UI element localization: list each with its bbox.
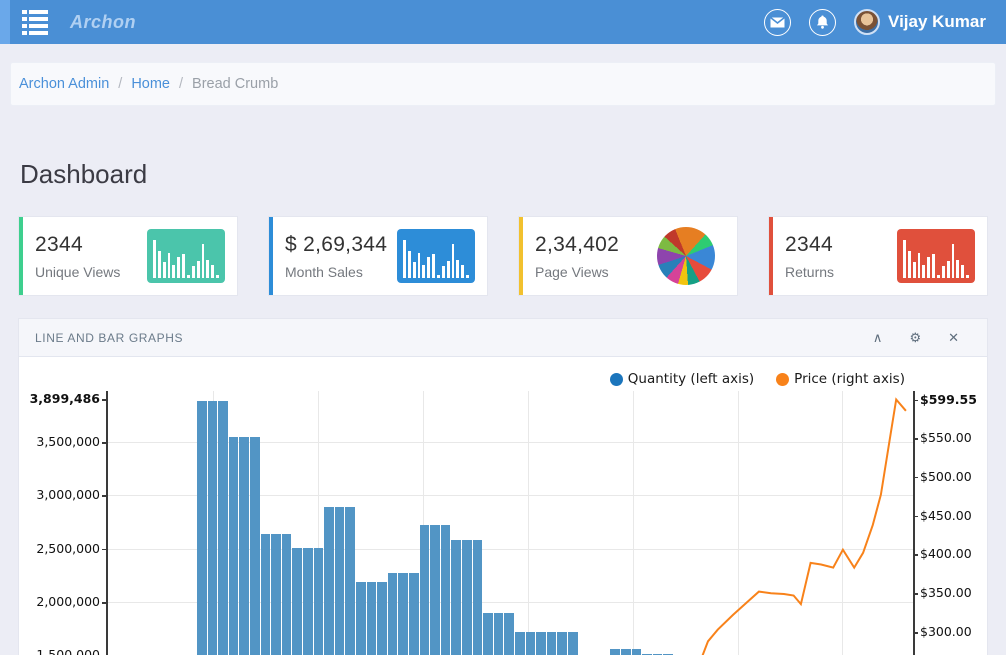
stat-value: 2,34,402 xyxy=(535,233,657,257)
stat-cards-row: 2344 Unique Views $ 2,69,344 Month Sales 2,3… xyxy=(18,216,988,296)
collapse-button[interactable]: ∧ xyxy=(873,331,883,344)
bell-icon xyxy=(816,15,829,29)
panel-header: LINE AND BAR GRAPHS ∧ ⚙ ✕ xyxy=(19,319,987,357)
plot-area: 3,899,4863,500,0003,000,0002,500,0002,00… xyxy=(106,391,914,655)
legend-item: Quantity (left axis) xyxy=(610,371,754,387)
bar-chart-icon xyxy=(897,229,975,283)
right-axis-tick-label: $550.00 xyxy=(920,430,972,445)
left-axis-tickmark xyxy=(102,549,106,551)
card-accent-bar xyxy=(269,217,273,295)
left-axis-tick-label: 2,000,000 xyxy=(36,594,100,609)
right-axis-tick-label: $350.00 xyxy=(920,585,972,600)
settings-button[interactable]: ⚙ xyxy=(909,331,921,344)
menu-button[interactable] xyxy=(22,9,50,35)
right-axis-tick-label: $450.00 xyxy=(920,508,972,523)
stat-value: 2344 xyxy=(35,233,147,257)
right-axis-tick-label: $500.00 xyxy=(920,469,972,484)
sidebar-edge xyxy=(0,0,10,44)
right-axis-tickmark xyxy=(914,477,918,479)
left-axis-tick-label: 3,500,000 xyxy=(36,434,100,449)
stat-card: 2344 Returns xyxy=(768,216,988,296)
stat-label: Month Sales xyxy=(285,264,397,280)
page-title: Dashboard xyxy=(20,159,147,190)
breadcrumb-link[interactable]: Home xyxy=(131,76,170,92)
right-axis-tickmark xyxy=(914,593,918,595)
legend-label: Quantity (left axis) xyxy=(628,371,754,387)
bar-chart-icon xyxy=(147,229,225,283)
panel-title: LINE AND BAR GRAPHS xyxy=(35,331,183,345)
left-axis-tickmark xyxy=(102,399,106,401)
left-axis-tick-label: 2,500,000 xyxy=(36,541,100,556)
chart-legend: Quantity (left axis) Price (right axis) xyxy=(610,371,905,387)
right-axis-tickmark xyxy=(914,438,918,440)
breadcrumb: Archon Admin / Home / Bread Crumb xyxy=(10,62,996,106)
notifications-button[interactable] xyxy=(809,9,836,36)
legend-swatch xyxy=(776,373,789,386)
stat-card: 2344 Unique Views xyxy=(18,216,238,296)
right-axis-tickmark xyxy=(914,632,918,634)
list-icon xyxy=(22,10,50,14)
stat-label: Returns xyxy=(785,264,897,280)
breadcrumb-current: Bread Crumb xyxy=(192,76,278,92)
line-bar-panel: LINE AND BAR GRAPHS ∧ ⚙ ✕ Quantity (left a… xyxy=(18,318,988,655)
stat-card: $ 2,69,344 Month Sales xyxy=(268,216,488,296)
messages-button[interactable] xyxy=(764,9,791,36)
breadcrumb-separator: / xyxy=(179,76,183,92)
left-axis-tick-label: 1,500,000 xyxy=(36,647,100,655)
right-axis-tick-label: $300.00 xyxy=(920,624,972,639)
card-accent-bar xyxy=(769,217,773,295)
left-axis-tickmark xyxy=(102,602,106,604)
stat-card: 2,34,402 Page Views xyxy=(518,216,738,296)
pie-chart-icon xyxy=(657,227,715,285)
stat-value: $ 2,69,344 xyxy=(285,233,397,257)
left-axis-tickmark xyxy=(102,495,106,497)
right-axis-tickmark xyxy=(914,516,918,518)
bar-chart-icon xyxy=(397,229,475,283)
legend-label: Price (right axis) xyxy=(794,371,905,387)
price-line xyxy=(106,391,914,655)
brand-title: Archon xyxy=(70,12,136,33)
line-bar-chart: Quantity (left axis) Price (right axis) 3… xyxy=(19,357,987,655)
envelope-icon xyxy=(770,17,785,28)
card-accent-bar xyxy=(519,217,523,295)
card-accent-bar xyxy=(19,217,23,295)
left-axis-tick-label: 3,899,486 xyxy=(30,391,100,406)
panel-tools: ∧ ⚙ ✕ xyxy=(873,331,959,344)
right-axis-tick-label: $400.00 xyxy=(920,546,972,561)
right-axis-tickmark xyxy=(914,554,918,556)
breadcrumb-separator: / xyxy=(118,76,122,92)
right-axis-tickmark xyxy=(914,400,918,402)
left-axis-tickmark xyxy=(102,442,106,444)
legend-swatch xyxy=(610,373,623,386)
legend-item: Price (right axis) xyxy=(776,371,905,387)
stat-label: Unique Views xyxy=(35,264,147,280)
user-name[interactable]: Vijay Kumar xyxy=(888,12,986,32)
close-button[interactable]: ✕ xyxy=(948,331,959,344)
breadcrumb-link[interactable]: Archon Admin xyxy=(19,76,109,92)
stat-value: 2344 xyxy=(785,233,897,257)
left-axis-line xyxy=(106,391,108,655)
user-avatar[interactable] xyxy=(854,9,880,35)
left-axis-tick-label: 3,000,000 xyxy=(36,487,100,502)
stat-label: Page Views xyxy=(535,264,657,280)
right-axis-line xyxy=(913,391,915,655)
top-header: Archon Vijay Kumar xyxy=(0,0,1006,44)
right-axis-tick-label: $599.55 xyxy=(920,392,977,407)
